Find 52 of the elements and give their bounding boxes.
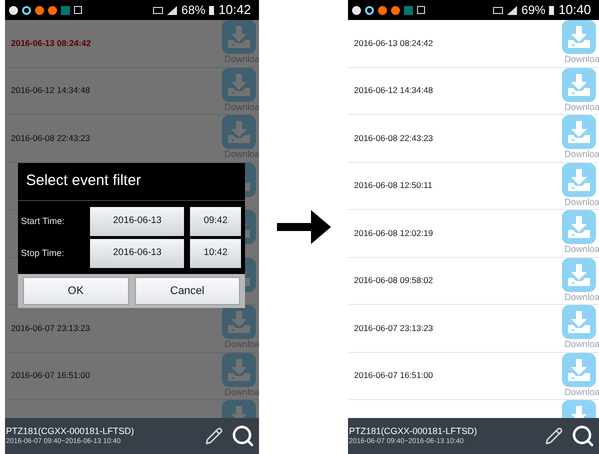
device-name: PTZ181(CGXX-000181-LFTSD) (6, 426, 136, 436)
date-button[interactable]: 2016-06-13 (90, 207, 184, 236)
time-button[interactable]: 09:42 (190, 207, 241, 236)
download-tray-icon[interactable] (562, 115, 596, 149)
right-arrow-icon (276, 210, 330, 244)
search-icon[interactable] (571, 424, 595, 448)
mute-icon (153, 6, 164, 14)
event-time: 2016-06-07 16:51:00 (354, 369, 434, 382)
battery-icon (549, 6, 554, 14)
signal-icon (167, 6, 178, 14)
download-tray-icon[interactable] (222, 352, 256, 386)
download-tray-icon[interactable] (562, 258, 596, 292)
download-tray-icon[interactable] (562, 305, 596, 339)
event-time: 2016-06-08 22:43:23 (354, 132, 434, 145)
download-tray-icon[interactable] (222, 305, 256, 339)
dialog-button[interactable]: OK (23, 277, 128, 305)
device-name: PTZ181(CGXX-000181-LFTSD) (349, 426, 478, 436)
event-time: 2016-06-13 08:24:42 (11, 36, 92, 50)
event-time: 2016-06-08 22:43:23 (11, 132, 91, 145)
event-time: 2016-06-07 16:51:00 (11, 369, 91, 382)
download-tray-icon[interactable] (562, 162, 596, 196)
mute-icon (493, 6, 504, 14)
battery-level: 69% (521, 2, 546, 19)
edit-icon[interactable] (205, 427, 223, 445)
battery-level: 68% (181, 2, 206, 19)
download-tray-icon[interactable] (222, 115, 256, 149)
event-time: 2016-06-08 09:58:02 (354, 274, 434, 288)
download-tray-icon[interactable] (562, 210, 596, 244)
event-time: 2016-06-08 12:02:19 (354, 226, 434, 240)
clock: 10:40 (558, 1, 591, 20)
event-time: 2016-06-08 12:50:11 (354, 179, 434, 192)
date-button[interactable]: 2016-06-13 (90, 239, 184, 268)
time-label: Start Time: (21, 214, 66, 228)
time-button[interactable]: 10:42 (190, 239, 241, 268)
download-tray-icon[interactable] (562, 352, 596, 386)
battery-icon (209, 6, 214, 14)
signal-icon (507, 6, 518, 14)
search-icon[interactable] (231, 424, 255, 448)
dialog-button[interactable]: Cancel (134, 277, 240, 305)
clock: 10:42 (218, 1, 251, 20)
event-time: 2016-06-12 14:34:48 (11, 84, 91, 98)
download-tray-icon[interactable] (562, 68, 596, 102)
event-time: 2016-06-07 23:13:23 (354, 322, 434, 335)
download-tray-icon[interactable] (562, 20, 596, 54)
event-time: 2016-06-12 14:34:48 (354, 84, 434, 98)
download-tray-icon[interactable] (222, 68, 256, 102)
event-time: 2016-06-07 23:13:23 (11, 322, 91, 335)
time-label: Stop Time: (21, 246, 66, 260)
event-time: 2016-06-13 08:24:42 (354, 36, 434, 50)
edit-icon[interactable] (545, 427, 563, 445)
dialog-title: Select event filter (18, 163, 245, 201)
download-tray-icon[interactable] (222, 20, 256, 54)
